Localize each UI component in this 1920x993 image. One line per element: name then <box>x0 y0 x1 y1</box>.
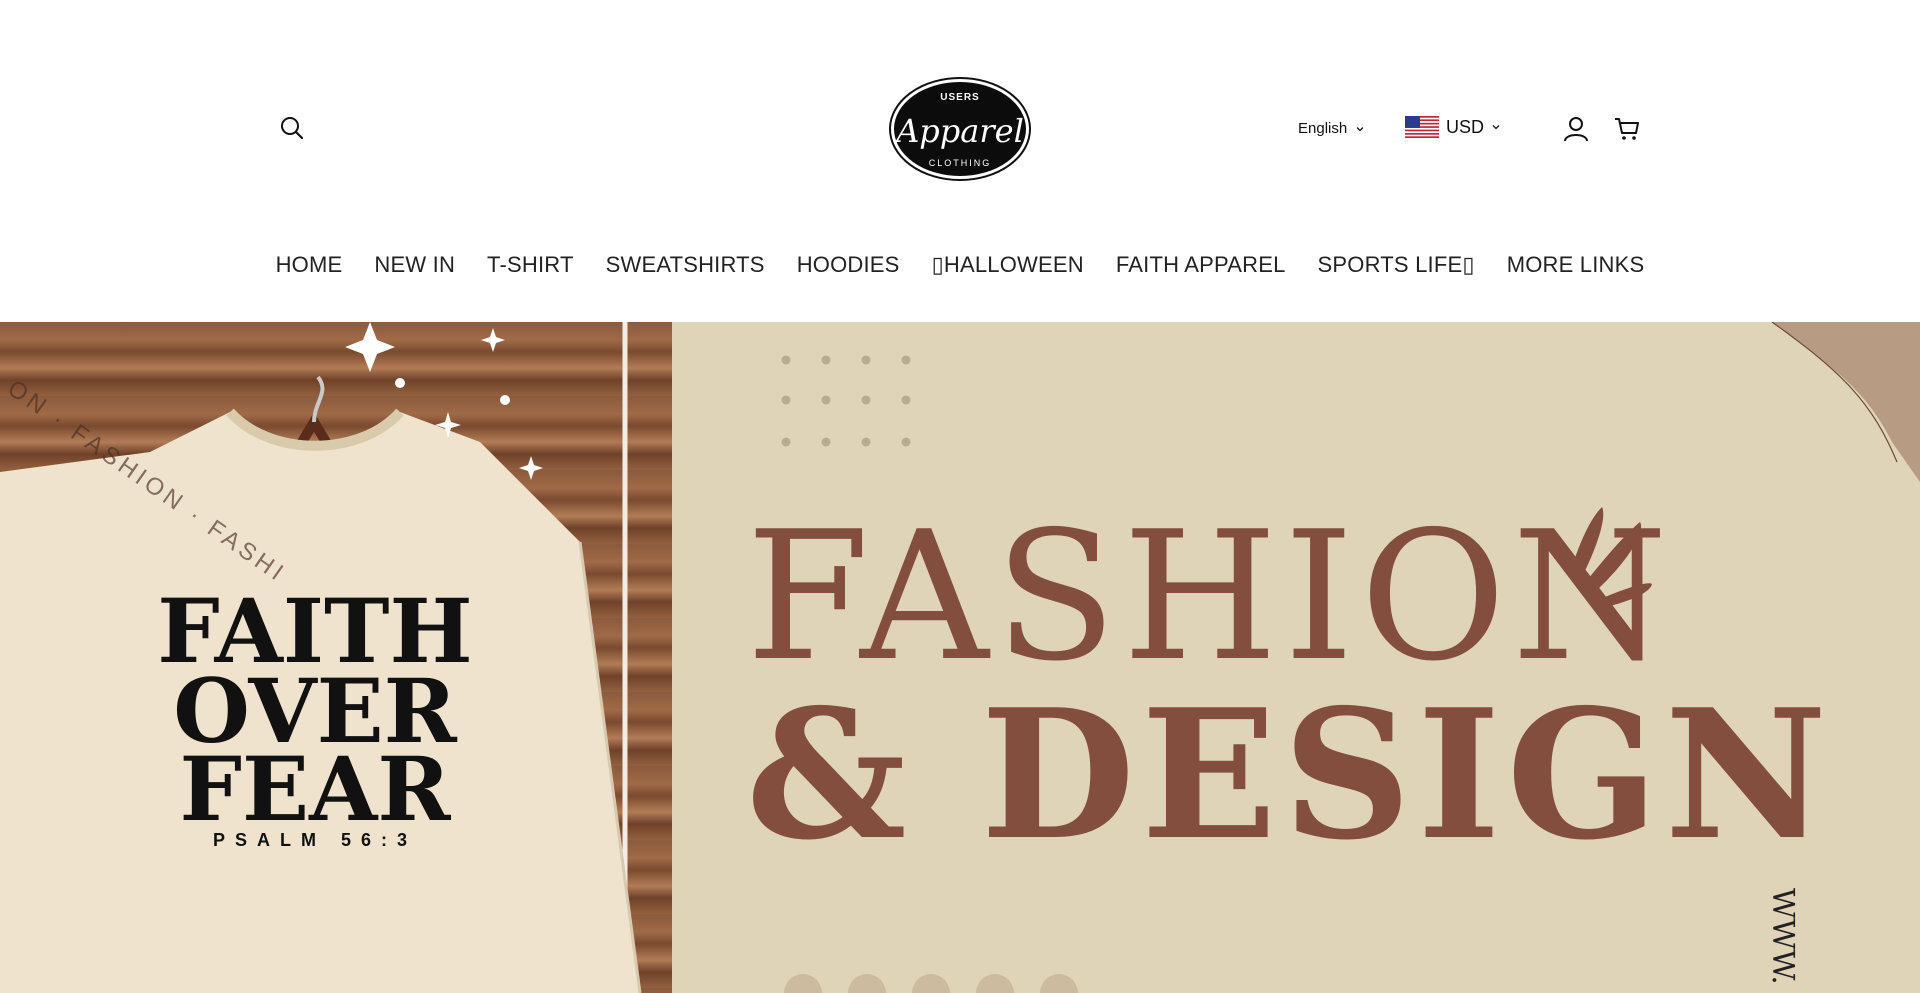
bottom-circles-decoration <box>784 974 1078 993</box>
corner-wave-decoration <box>1772 322 1920 482</box>
nav-item-sports-life[interactable]: SPORTS LIFE▯ <box>1318 252 1475 278</box>
hero-text-panel: FASHION & DESIGN WWW. <box>672 322 1920 993</box>
nav-item-hoodies[interactable]: HOODIES <box>797 252 900 278</box>
sparkle-icon <box>519 456 543 480</box>
language-label: English <box>1298 120 1348 137</box>
search-icon <box>281 117 304 140</box>
cart-icon <box>1615 118 1639 140</box>
nav-item-new-in[interactable]: NEW IN <box>374 252 455 278</box>
dot-grid-decoration <box>781 355 911 447</box>
sparkle-icon <box>481 328 505 352</box>
logo-text-top: USERS <box>940 92 979 103</box>
nav-item-t-shirt[interactable]: T-SHIRT <box>487 252 574 278</box>
logo-text-main: Apparel <box>893 112 1024 150</box>
hero-headline-design: & DESIGN <box>746 670 1834 879</box>
product-photo: FAITH OVER FEAR PSALM 56:3 ON · FASHION … <box>0 322 672 993</box>
nav-item-halloween[interactable]: ▯HALLOWEEN <box>932 252 1084 278</box>
hero-headline-fashion: FASHION <box>746 493 1674 700</box>
currency-selector[interactable]: USD <box>1405 116 1501 138</box>
site-header: USERS Apparel CLOTHING English USD HOME … <box>0 0 1920 322</box>
account-button[interactable] <box>1562 115 1590 143</box>
shirt-text-fear: FEAR <box>180 737 452 841</box>
language-selector[interactable]: English <box>1298 120 1365 137</box>
us-flag-icon <box>1405 116 1439 138</box>
user-icon <box>1564 117 1588 142</box>
main-nav: HOME NEW IN T-SHIRT SWEATSHIRTS HOODIES … <box>0 252 1920 278</box>
shirt-text-psalm: PSALM 56:3 <box>213 830 417 850</box>
chevron-down-icon <box>1356 126 1364 131</box>
logo-text-bottom: CLOTHING <box>929 158 992 168</box>
cart-button[interactable] <box>1613 115 1641 143</box>
sparkle-icon <box>345 322 395 372</box>
search-button[interactable] <box>278 114 306 142</box>
nav-item-faith-apparel[interactable]: FAITH APPAREL <box>1116 252 1286 278</box>
hero-vertical-url: WWW. <box>1765 888 1800 985</box>
nav-item-sweatshirts[interactable]: SWEATSHIRTS <box>606 252 765 278</box>
currency-label: USD <box>1446 116 1485 137</box>
nav-item-home[interactable]: HOME <box>276 252 343 278</box>
site-logo[interactable]: USERS Apparel CLOTHING <box>888 76 1032 182</box>
chevron-down-icon <box>1492 125 1500 130</box>
nav-item-more-links[interactable]: MORE LINKS <box>1507 252 1645 278</box>
hero-banner[interactable]: FAITH OVER FEAR PSALM 56:3 ON · FASHION … <box>0 322 1920 993</box>
